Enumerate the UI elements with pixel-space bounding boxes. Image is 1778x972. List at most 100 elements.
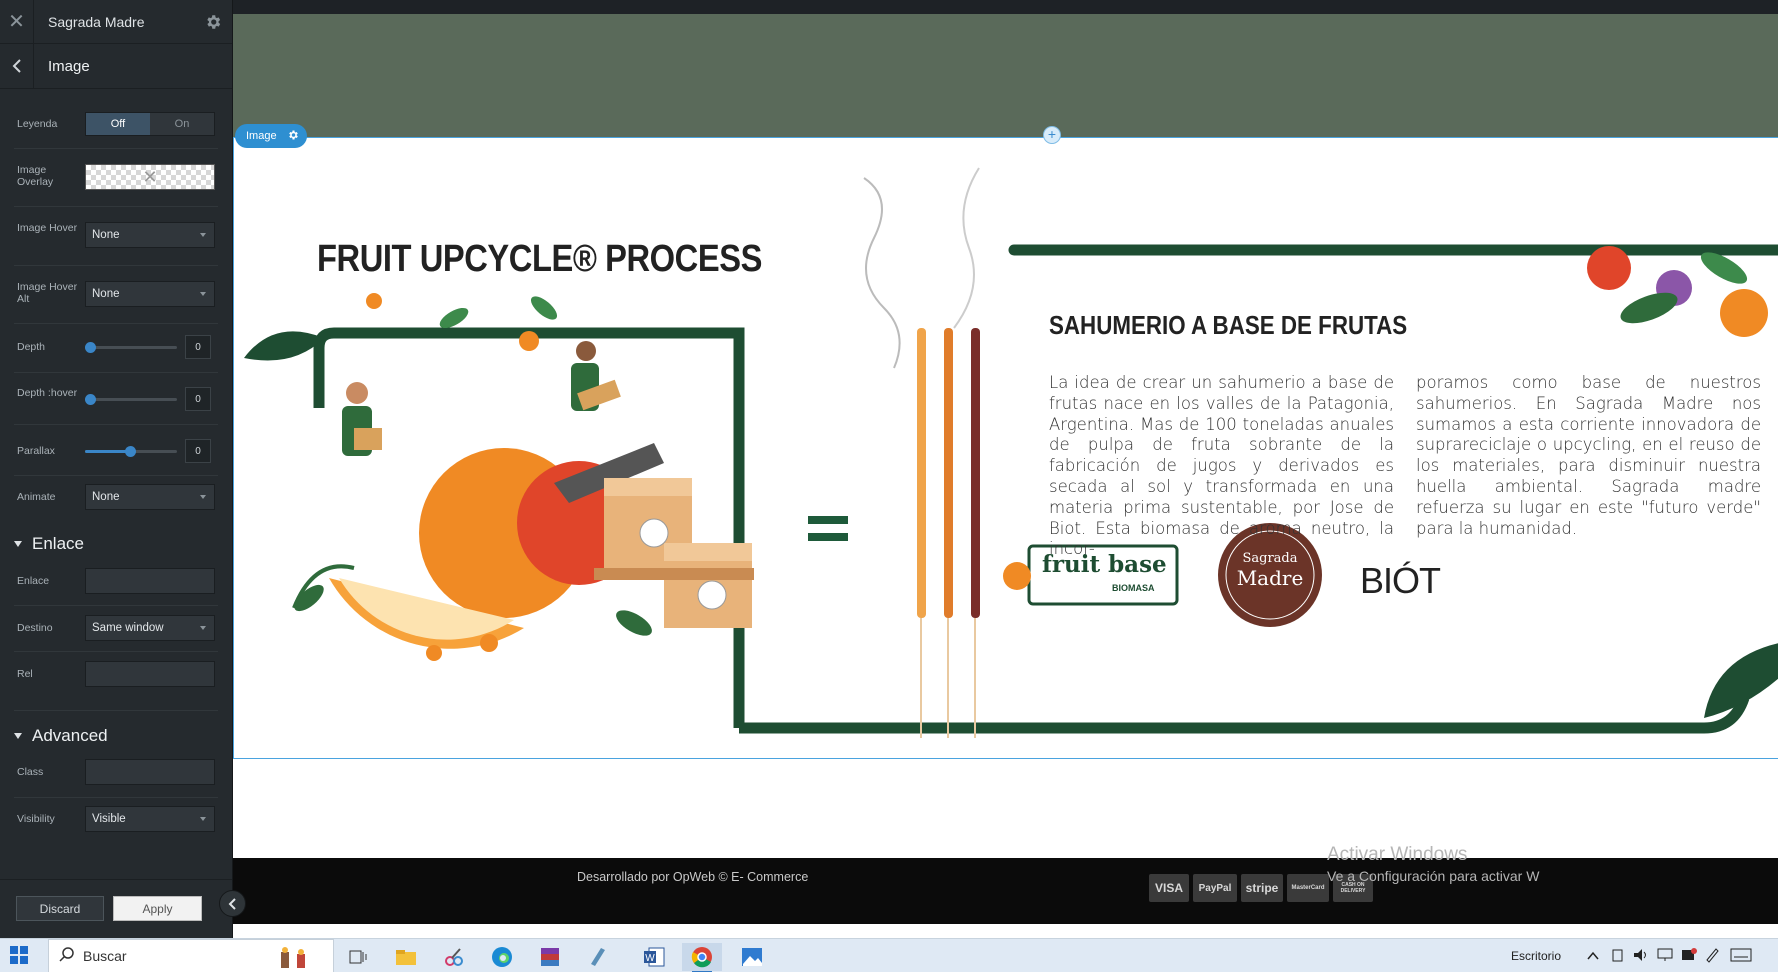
- hover-option: Image Hover None: [0, 222, 232, 248]
- animate-select-value: None: [92, 491, 120, 503]
- class-label: Class: [17, 766, 44, 778]
- image-element-tag[interactable]: Image: [235, 124, 307, 148]
- svg-text:W: W: [645, 953, 655, 964]
- notification-badge-icon[interactable]: [1680, 947, 1698, 968]
- divider: [14, 265, 218, 266]
- task-view-icon[interactable]: [338, 943, 378, 971]
- edge-browser-icon[interactable]: [482, 943, 522, 971]
- enlace-input[interactable]: [85, 568, 215, 594]
- winrar-icon[interactable]: [530, 943, 570, 971]
- depth-label: Depth: [17, 341, 46, 353]
- slider-thumb[interactable]: [85, 394, 96, 405]
- depth-hover-slider[interactable]: 0: [85, 387, 215, 411]
- depth-input[interactable]: 0: [185, 335, 211, 359]
- windows-taskbar: Buscar W Escritorio: [0, 938, 1778, 972]
- leyenda-toggle: Off On: [85, 112, 215, 136]
- taskbar-search[interactable]: Buscar: [48, 939, 334, 972]
- word-icon[interactable]: W: [634, 943, 674, 971]
- network-icon[interactable]: [1656, 947, 1674, 968]
- rel-option: Rel: [0, 661, 232, 687]
- leyenda-label: Leyenda: [17, 118, 58, 130]
- apply-button[interactable]: Apply: [113, 896, 202, 921]
- visibility-label: Visibility: [17, 813, 55, 825]
- rel-label: Rel: [17, 668, 33, 680]
- visibility-select[interactable]: Visible: [85, 806, 215, 832]
- chevron-down-icon: [200, 817, 206, 821]
- hover-alt-select[interactable]: None: [85, 281, 215, 307]
- slider-thumb[interactable]: [85, 342, 96, 353]
- overlay-label: Image Overlay: [17, 164, 54, 188]
- collapse-sidebar-button[interactable]: [219, 890, 246, 917]
- infographic-image[interactable]: FRUIT UPCYCLE® PROCESS SAHUMERIO A BASE …: [233, 137, 1778, 759]
- advanced-section-header[interactable]: Advanced: [14, 726, 108, 746]
- search-highlight-icon: [273, 944, 329, 972]
- destino-option: Destino Same window: [0, 615, 232, 641]
- destino-select-value: Same window: [92, 622, 164, 634]
- close-icon[interactable]: ✕: [0, 0, 34, 44]
- hover-select-value: None: [92, 229, 120, 241]
- hover-select[interactable]: None: [85, 222, 215, 248]
- overlay-option: Image Overlay ✕: [0, 164, 232, 190]
- battery-icon[interactable]: [1610, 947, 1626, 968]
- visibility-option: Visibility Visible: [0, 806, 232, 832]
- hover-alt-label: Image Hover Alt: [17, 281, 78, 305]
- enlace-section-header[interactable]: Enlace: [14, 534, 84, 554]
- parallax-label: Parallax: [17, 445, 55, 457]
- destino-select[interactable]: Same window: [85, 615, 215, 641]
- volume-icon[interactable]: [1632, 947, 1650, 968]
- canvas-top-strip: [233, 0, 1778, 14]
- enlace-option: Enlace: [0, 568, 232, 594]
- divider: [14, 148, 218, 149]
- chrome-browser-icon[interactable]: [682, 943, 722, 972]
- notepad-icon[interactable]: [578, 943, 618, 971]
- divider: [14, 710, 218, 711]
- leyenda-off-option[interactable]: Off: [86, 113, 150, 135]
- add-element-icon[interactable]: +: [1043, 126, 1061, 144]
- gear-icon[interactable]: [194, 0, 232, 44]
- chevron-up-icon[interactable]: [1587, 948, 1599, 966]
- slider-thumb[interactable]: [125, 446, 136, 457]
- taskbar-desktop-label[interactable]: Escritorio: [1511, 949, 1561, 963]
- keyboard-icon[interactable]: [1730, 948, 1752, 967]
- windows-start-icon[interactable]: [10, 946, 28, 969]
- divider: [14, 206, 218, 207]
- footer-credit[interactable]: Desarrollado por OpWeb © E- Commerce: [577, 870, 808, 884]
- divider: [14, 797, 218, 798]
- infographic-paragraph-right: poramos como base de nuestros sahumerios…: [1416, 373, 1761, 538]
- parallax-slider[interactable]: 0: [85, 439, 215, 463]
- gear-icon[interactable]: [287, 129, 299, 144]
- panel-title: Image: [48, 57, 90, 75]
- divider: [14, 651, 218, 652]
- stripe-icon: stripe: [1241, 874, 1283, 902]
- class-option: Class: [0, 759, 232, 785]
- slider-track: [85, 398, 177, 401]
- back-arrow-icon[interactable]: [0, 43, 34, 89]
- destino-label: Destino: [17, 622, 53, 634]
- sidebar-header: ✕ Sagrada Madre: [0, 0, 232, 44]
- visa-icon: VISA: [1149, 874, 1189, 902]
- sidebar-footer: Discard Apply: [0, 879, 232, 938]
- leyenda-on-option[interactable]: On: [150, 113, 214, 135]
- windows-watermark-title: Activar Windows: [1327, 844, 1468, 865]
- file-explorer-icon[interactable]: [386, 943, 426, 971]
- header-section: [233, 14, 1778, 137]
- divider: [14, 323, 218, 324]
- class-input[interactable]: [85, 759, 215, 785]
- chevron-down-icon: [200, 233, 206, 237]
- snipping-tool-icon[interactable]: [434, 943, 474, 971]
- clear-icon: ✕: [142, 166, 158, 187]
- depth-slider[interactable]: 0: [85, 335, 215, 359]
- depth-hover-input[interactable]: 0: [185, 387, 211, 411]
- discard-button[interactable]: Discard: [16, 896, 104, 921]
- animate-select[interactable]: None: [85, 484, 215, 510]
- photos-icon[interactable]: [732, 943, 772, 971]
- caret-down-icon: [14, 733, 22, 739]
- site-footer: Desarrollado por OpWeb © E- Commerce VIS…: [233, 858, 1778, 924]
- parallax-input[interactable]: 0: [185, 439, 211, 463]
- infographic-paragraph-left: La idea de crear un sahumerio a base de …: [1049, 373, 1394, 559]
- infographic-title: FRUIT UPCYCLE® PROCESS: [317, 238, 762, 280]
- rel-input[interactable]: [85, 661, 215, 687]
- chevron-down-icon: [200, 495, 206, 499]
- overlay-color-picker[interactable]: ✕: [85, 164, 215, 190]
- pen-icon[interactable]: [1704, 947, 1720, 968]
